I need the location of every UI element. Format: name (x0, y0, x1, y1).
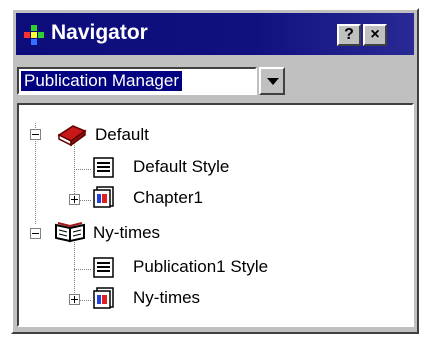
tree-node-label: Default (95, 125, 149, 144)
expand-icon[interactable] (69, 194, 80, 205)
tree-node-label: Publication1 Style (133, 257, 269, 276)
tree-connector (80, 300, 91, 301)
chapter-document-icon (93, 287, 114, 309)
navigator-window: Navigator ? × Publication Manager Defaul… (11, 8, 419, 334)
expand-icon[interactable] (69, 294, 80, 305)
tree-node-label: Ny-times (133, 288, 201, 307)
collapse-icon[interactable] (30, 129, 41, 140)
dropdown-arrow-button[interactable] (259, 67, 285, 95)
publication-select-value: Publication Manager (21, 71, 182, 91)
help-button[interactable]: ? (337, 24, 361, 46)
window-title: Navigator (51, 21, 148, 44)
tree-node-label: Chapter1 (133, 188, 203, 207)
publication-select[interactable]: Publication Manager (17, 67, 257, 95)
style-sheet-icon (93, 257, 114, 278)
tree-connector (74, 239, 75, 301)
chapter-document-icon (93, 186, 114, 208)
tree-connector (80, 200, 91, 201)
open-book-icon (55, 222, 85, 243)
style-sheet-icon (93, 157, 114, 178)
title-bar[interactable]: Navigator ? × (16, 13, 414, 55)
collapse-icon[interactable] (30, 228, 41, 239)
tree-connector (74, 169, 91, 170)
tree-node-label: Ny-times (93, 223, 161, 242)
tree-connector (74, 269, 91, 270)
close-button[interactable]: × (363, 24, 387, 46)
navigator-app-icon (24, 25, 46, 45)
book-icon (57, 125, 87, 147)
tree-node-label: Default Style (133, 157, 230, 176)
navigator-tree[interactable]: Default Default Style Chapter1 Ny-times … (17, 103, 414, 327)
